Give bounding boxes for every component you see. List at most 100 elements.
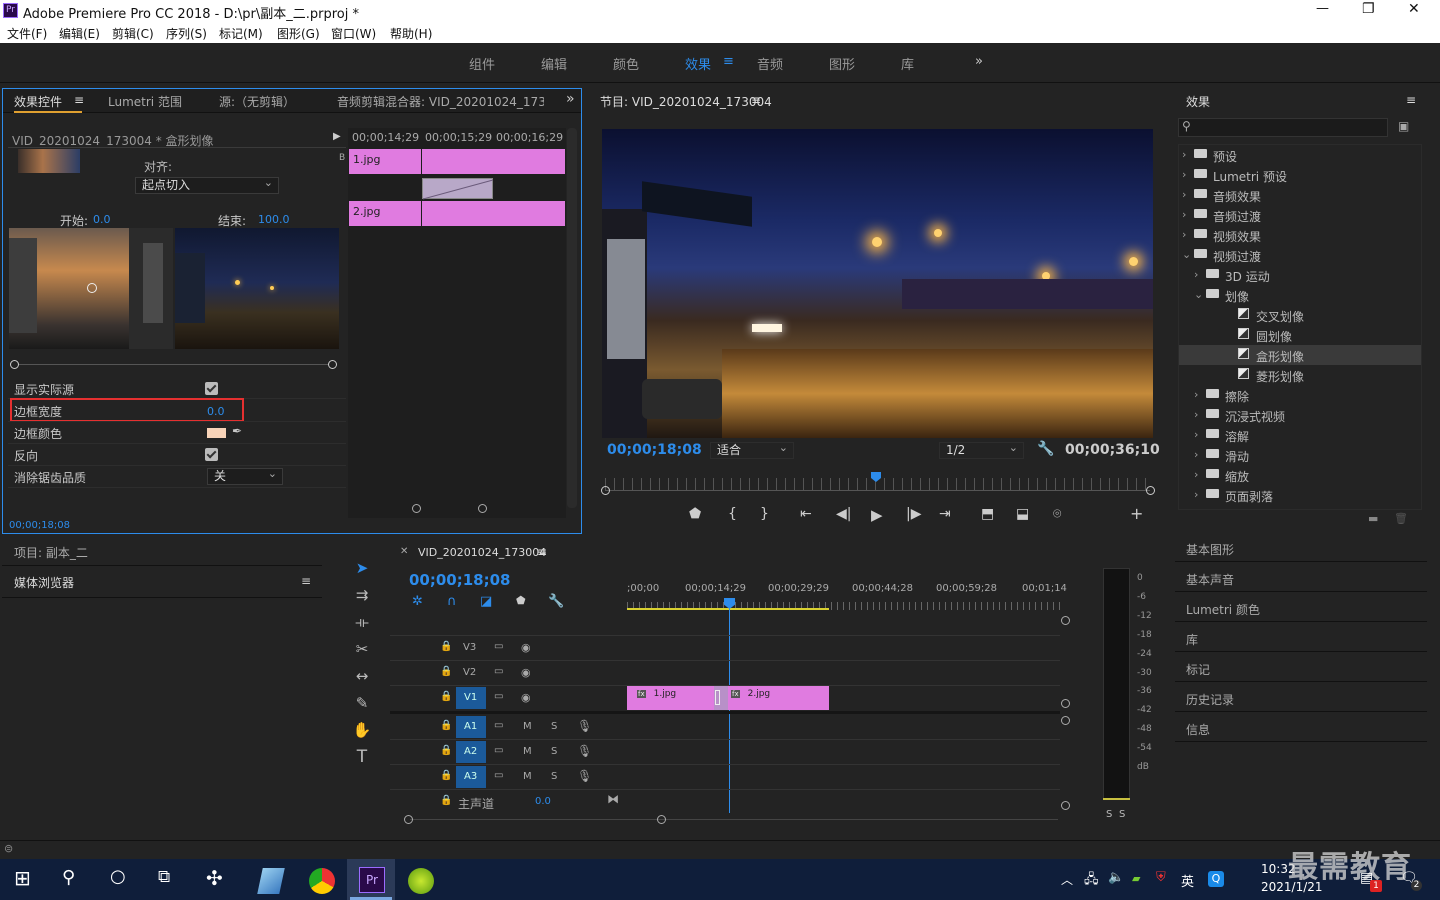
microphone-icon[interactable]: 🎙 [577,744,592,758]
nvidia-icon[interactable]: ▰ [1132,872,1140,885]
lock-icon[interactable]: 🔒 [440,720,452,731]
timeline-timecode[interactable]: 00;00;18;08 [409,571,511,589]
snap-icon[interactable]: ∩ [447,594,457,609]
video-scroll-handle[interactable] [1061,616,1070,625]
sync-lock-icon[interactable]: ▭ [494,720,503,731]
solo-button[interactable]: S [551,721,557,732]
solo-button[interactable]: S [551,746,557,757]
audio-scroll-handle[interactable] [1061,801,1070,810]
tab-source[interactable]: 源:（无剪辑） [219,93,295,110]
master-volume-value[interactable]: 0.0 [535,796,551,807]
effect-controls-timecode[interactable]: 00;00;18;08 [9,520,70,531]
mini-zoom-handle[interactable] [412,504,421,513]
sync-lock-icon[interactable]: ▭ [494,770,503,781]
fit-dropdown[interactable]: 适合 [710,440,794,459]
resolution-dropdown[interactable]: 1/2 [939,440,1024,459]
eyedropper-icon[interactable]: ✒ [232,424,242,438]
add-button-icon[interactable]: + [1130,504,1143,523]
step-back-icon[interactable]: ◀| [836,506,851,522]
menu-marker[interactable]: 标记(M) [219,25,263,42]
nest-sequence-icon[interactable]: ✲ [412,594,423,609]
panel-essential-sound[interactable]: 基本声音 [1175,562,1427,592]
sync-lock-icon[interactable]: ▭ [494,691,503,702]
transition-block[interactable] [422,178,494,200]
project-panel-title[interactable]: 项目: 副本_二 [14,544,88,561]
qq-icon[interactable]: Q [1208,871,1224,887]
microphone-icon[interactable]: 🎙 [577,719,592,733]
eye-icon[interactable]: ◉ [521,641,531,654]
microphone-icon[interactable]: 🎙 [577,769,592,783]
linked-selection-icon[interactable]: ◪ [480,594,492,609]
track-v3-label[interactable]: V3 [463,642,476,653]
settings-wrench-icon[interactable]: 🔧 [1037,441,1054,457]
audio-scroll-handle[interactable] [1061,716,1070,725]
taskbar-search-icon[interactable]: ⚲ [62,867,75,888]
panel-history[interactable]: 历史记录 [1175,682,1427,712]
export-frame-icon[interactable]: ⌾ [1053,506,1061,522]
menu-sequence[interactable]: 序列(S) [166,25,207,42]
app-green-icon[interactable] [408,868,434,894]
sync-lock-icon[interactable]: ▭ [494,745,503,756]
eye-icon[interactable]: ◉ [521,666,531,679]
mark-in-icon[interactable]: { [728,506,737,522]
chrome-icon[interactable] [309,868,335,894]
tab-audio[interactable]: 音频 [757,54,783,73]
program-zoom-end-handle[interactable] [1146,486,1155,495]
mini-clip-a[interactable]: 1.jpg [349,149,421,174]
hand-tool-icon[interactable]: ✋ [351,719,373,741]
extract-icon[interactable]: ⬓ [1016,506,1029,522]
tab-lumetri-scopes[interactable]: Lumetri 范围 [108,93,182,110]
work-area-bar[interactable] [627,608,829,610]
video-scroll-handle[interactable] [1061,699,1070,708]
track-v1-label[interactable]: V1 [456,687,486,709]
program-current-timecode[interactable]: 00;00;18;08 [607,442,702,458]
transition-center-handle-icon[interactable] [87,283,97,293]
security-shield-icon[interactable]: ⛨ [1156,870,1166,885]
panel-essential-graphics[interactable]: 基本图形 [1175,532,1427,562]
show-actual-sources-checkbox[interactable] [205,382,218,395]
timeline-clip-2[interactable]: fx 2.jpg [728,686,829,710]
lock-icon[interactable]: 🔒 [440,641,452,652]
lock-icon[interactable]: 🔒 [440,745,452,756]
effect-controls-scrollbar[interactable] [567,128,577,508]
play-transition-icon[interactable]: ▶ [333,131,341,142]
go-to-out-icon[interactable]: ⇥ [939,506,951,522]
selection-tool-icon[interactable]: ➤ [351,557,373,579]
menu-graphics[interactable]: 图形(G) [277,25,320,42]
panel-menu-icon[interactable]: ≡ [1406,93,1416,107]
add-marker-icon[interactable]: ⬟ [689,506,701,522]
tab-graphics[interactable]: 图形 [829,54,855,73]
ime-indicator[interactable]: 英 [1181,871,1194,890]
timeline-clip-1[interactable]: fx 1.jpg [627,686,714,710]
mini-clip-b-tail[interactable] [422,201,565,226]
solo-right-button[interactable]: S [1119,809,1125,820]
sync-lock-icon[interactable]: ▭ [494,641,503,652]
tab-color[interactable]: 颜色 [613,54,639,73]
menu-help[interactable]: 帮助(H) [390,25,432,42]
new-folder-icon[interactable]: ▬ [1368,512,1378,525]
track-a3-label[interactable]: A3 [456,766,486,788]
ripple-edit-tool-icon[interactable]: ⟛ [351,611,373,633]
track-select-tool-icon[interactable]: ⇉ [351,584,373,606]
timeline-sequence-tab[interactable]: VID_20201024_173004 [418,546,546,559]
more-tabs-icon[interactable]: » [566,91,575,107]
timeline-transition[interactable] [714,686,728,710]
tab-effect-controls[interactable]: 效果控件 [14,93,62,110]
mark-out-icon[interactable]: } [760,506,769,522]
type-tool-icon[interactable]: T [351,746,373,768]
track-a1-label[interactable]: A1 [456,716,486,738]
more-workspaces-icon[interactable]: » [975,54,983,69]
lift-icon[interactable]: ⬒ [981,506,994,522]
menu-file[interactable]: 文件(F) [7,25,47,42]
mini-clip-a-tail[interactable] [422,149,565,174]
slider-end-handle[interactable] [328,360,337,369]
cortana-icon[interactable]: ○ [110,866,126,887]
step-forward-icon[interactable]: |▶ [906,506,921,522]
sync-lock-icon[interactable]: ▭ [494,666,503,677]
task-view-icon[interactable]: ⧉ [158,867,170,887]
close-sequence-icon[interactable]: ✕ [400,546,408,557]
reverse-checkbox[interactable] [205,448,218,461]
lock-icon[interactable]: 🔒 [440,795,452,806]
tab-assembly[interactable]: 组件 [469,54,495,73]
pen-tool-icon[interactable]: ✎ [351,692,373,714]
